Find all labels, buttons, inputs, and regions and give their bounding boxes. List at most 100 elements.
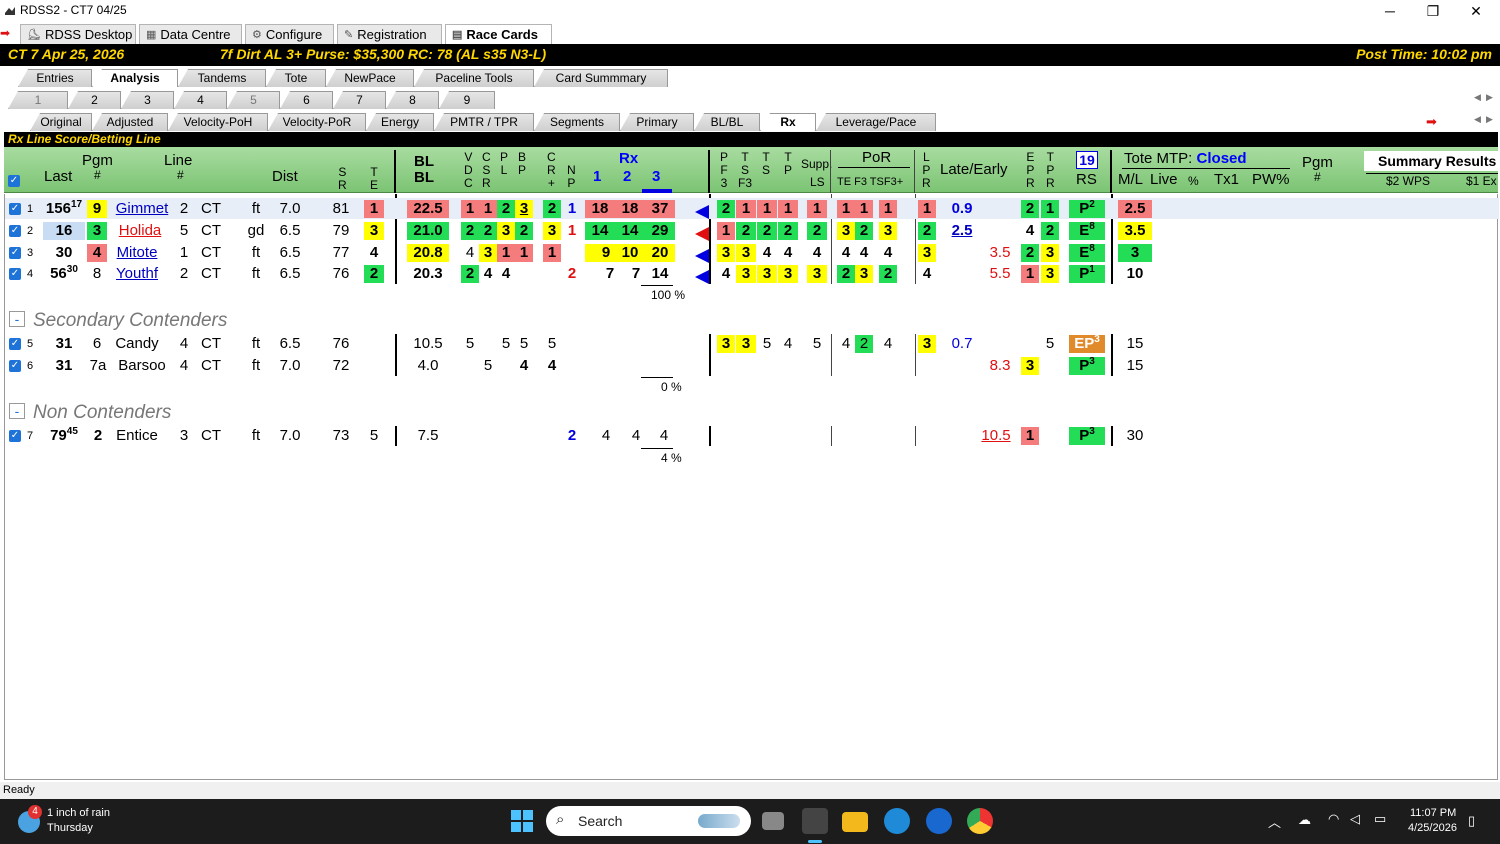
chevron-up-icon[interactable]: ︿ [1268,812,1281,831]
tab-velocity-poh[interactable]: Velocity-PoH [168,113,268,131]
tab-race-9[interactable]: 9 [439,91,495,109]
rdss-app-icon[interactable] [802,808,828,834]
tab-race-1[interactable]: 1 [8,91,68,109]
back-arrow-icon[interactable]: ➡ [0,26,10,40]
tab-velocity-por[interactable]: Velocity-PoR [268,113,366,131]
row-checkbox[interactable]: ✓ [9,338,21,350]
horse-name-link[interactable]: Holida [112,222,168,240]
wifi-icon[interactable]: ◠ [1328,811,1339,827]
group-secondary[interactable]: - Secondary Contenders [9,310,227,332]
hdr-rx: Rx [619,150,639,167]
hdr-live: Live [1150,171,1178,188]
table-row[interactable]: ✓ 3 30 4 Mitote 1 CT ft 6.5 77 4 20.8 4 … [5,242,1499,263]
cell-dist: 6.5 [279,244,301,261]
tab-race-cards[interactable]: ▤ Race Cards [445,24,552,44]
tab-rdss-desktop[interactable]: ⛸ RDSS Desktop [20,24,136,44]
tab-data-centre[interactable]: ▦ Data Centre [139,24,242,44]
row-checkbox[interactable]: ✓ [9,203,21,215]
tab-registration[interactable]: ✎ Registration [337,24,442,44]
tab-paceline-tools[interactable]: Paceline Tools [414,69,534,87]
minimize-button[interactable]: ─ [1370,0,1410,22]
help-icon[interactable] [884,808,910,834]
close-button[interactable]: ✕ [1456,0,1496,22]
tab-race-7[interactable]: 7 [333,91,386,109]
tab-tote[interactable]: Tote [266,69,326,87]
scroll-left-icon[interactable]: ◀ [1474,114,1481,125]
export-icon[interactable]: ➡ [1426,114,1437,130]
row-checkbox[interactable]: ✓ [9,268,21,280]
cloud-icon[interactable]: ☁ [1298,812,1311,828]
row-checkbox[interactable]: ✓ [9,225,21,237]
taskbar-search[interactable]: ⌕ Search [546,806,751,836]
maximize-button[interactable]: ❐ [1413,0,1453,22]
horse-name-link[interactable]: Youthf [112,265,162,283]
hdr-cr: C R + [547,151,556,190]
tab-race-5[interactable]: 5 [227,91,280,109]
chrome-icon[interactable] [967,808,993,834]
hdr-pgm2: Pgm [1302,154,1333,171]
collapse-icon[interactable]: - [9,403,25,419]
cell-ls: 2 [807,222,827,240]
table-row[interactable]: ✓ 7 7945 2 Entice 3 CT ft 7.0 73 5 7.5 2… [5,425,1499,446]
scroll-left-icon[interactable]: ◀ [1474,92,1481,103]
tab-primary[interactable]: Primary [620,113,694,131]
notification-icon[interactable]: ▯ [1468,813,1475,829]
tab-adjusted[interactable]: Adjusted [92,113,168,131]
search-icon: ⌕ [556,811,565,828]
volume-icon[interactable]: ◁ [1350,811,1360,827]
table-row[interactable]: ✓ 6 31 7a Barsoo 4 CT ft 7.0 72 4.0 5 4 … [5,355,1499,376]
hdr-bp-2: P [518,163,527,177]
horse-name-link[interactable]: Mitote [112,244,162,262]
windows-start-icon[interactable] [511,810,533,832]
cell-early[interactable]: 10.5 [977,427,1015,445]
tab-race-4[interactable]: 4 [174,91,227,109]
cell-epr: 1 [1021,265,1039,283]
tab-analysis[interactable]: Analysis [92,69,178,87]
clock-date[interactable]: 4/25/2026 [1408,822,1457,834]
hp-icon[interactable] [926,808,952,834]
cell-rs: P2 [1069,200,1105,218]
hdr-rx-2: 2 [623,168,632,185]
tab-race-2[interactable]: 2 [68,91,121,109]
tab-pmtr-tpr[interactable]: PMTR / TPR [434,113,534,131]
tab-race-3[interactable]: 3 [121,91,174,109]
tab-entries[interactable]: Entries [18,69,92,87]
tab-original[interactable]: Original [30,113,92,131]
horse-name-link[interactable]: Gimmet [112,200,172,218]
tab-tandems[interactable]: Tandems [178,69,266,87]
table-row[interactable]: ✓ 4 5630 8 Youthf 2 CT ft 6.5 76 2 20.3 … [5,263,1499,284]
tab-newpace[interactable]: NewPace [326,69,414,87]
row-checkbox[interactable]: ✓ [9,247,21,259]
battery-icon[interactable]: ▭ [1374,811,1386,827]
tab-rx[interactable]: Rx [760,113,816,131]
group-non-contenders[interactable]: - Non Contenders [9,402,171,424]
file-explorer-icon[interactable] [842,812,868,832]
row-checkbox[interactable]: ✓ [9,360,21,372]
cell-p: 2 [497,200,515,218]
collapse-icon[interactable]: - [9,311,25,327]
tab-configure[interactable]: ⚙ Configure [245,24,334,44]
tab-race-8[interactable]: 8 [386,91,439,109]
select-all-checkbox[interactable]: ✓ [8,175,20,187]
cards-icon: ▤ [452,29,463,41]
rs-count-box[interactable]: 19 [1076,151,1098,169]
table-row[interactable]: ✓ 1 15617 9 Gimmet 2 CT ft 7.0 81 1 22.5… [5,198,1499,219]
tab-segments[interactable]: Segments [534,113,620,131]
tab-energy[interactable]: Energy [366,113,434,131]
cell-late[interactable]: 2.5 [945,222,979,240]
clock-time[interactable]: 11:07 PM [1410,807,1456,819]
row-checkbox[interactable]: ✓ [9,430,21,442]
cell-pgm: 3 [87,222,107,240]
summary-results-button[interactable]: Summary Results [1364,151,1498,171]
task-view-icon[interactable] [762,812,784,830]
table-row[interactable]: ✓ 2 16 3 Holida 5 CT gd 6.5 79 3 21.0 2 … [5,220,1499,241]
tab-card-summary[interactable]: Card Summmary [534,69,668,87]
scroll-right-icon[interactable]: ▶ [1486,114,1493,125]
hdr-hash: # [94,168,101,182]
tab-leverage-pace[interactable]: Leverage/Pace [816,113,936,131]
table-row[interactable]: ✓ 5 31 6 Candy 4 CT ft 6.5 76 10.5 5 5 5… [5,333,1499,354]
tab-bl-bl[interactable]: BL/BL [694,113,760,131]
scroll-right-icon[interactable]: ▶ [1486,92,1493,103]
cell-last: 31 [55,357,73,374]
tab-race-6[interactable]: 6 [280,91,333,109]
